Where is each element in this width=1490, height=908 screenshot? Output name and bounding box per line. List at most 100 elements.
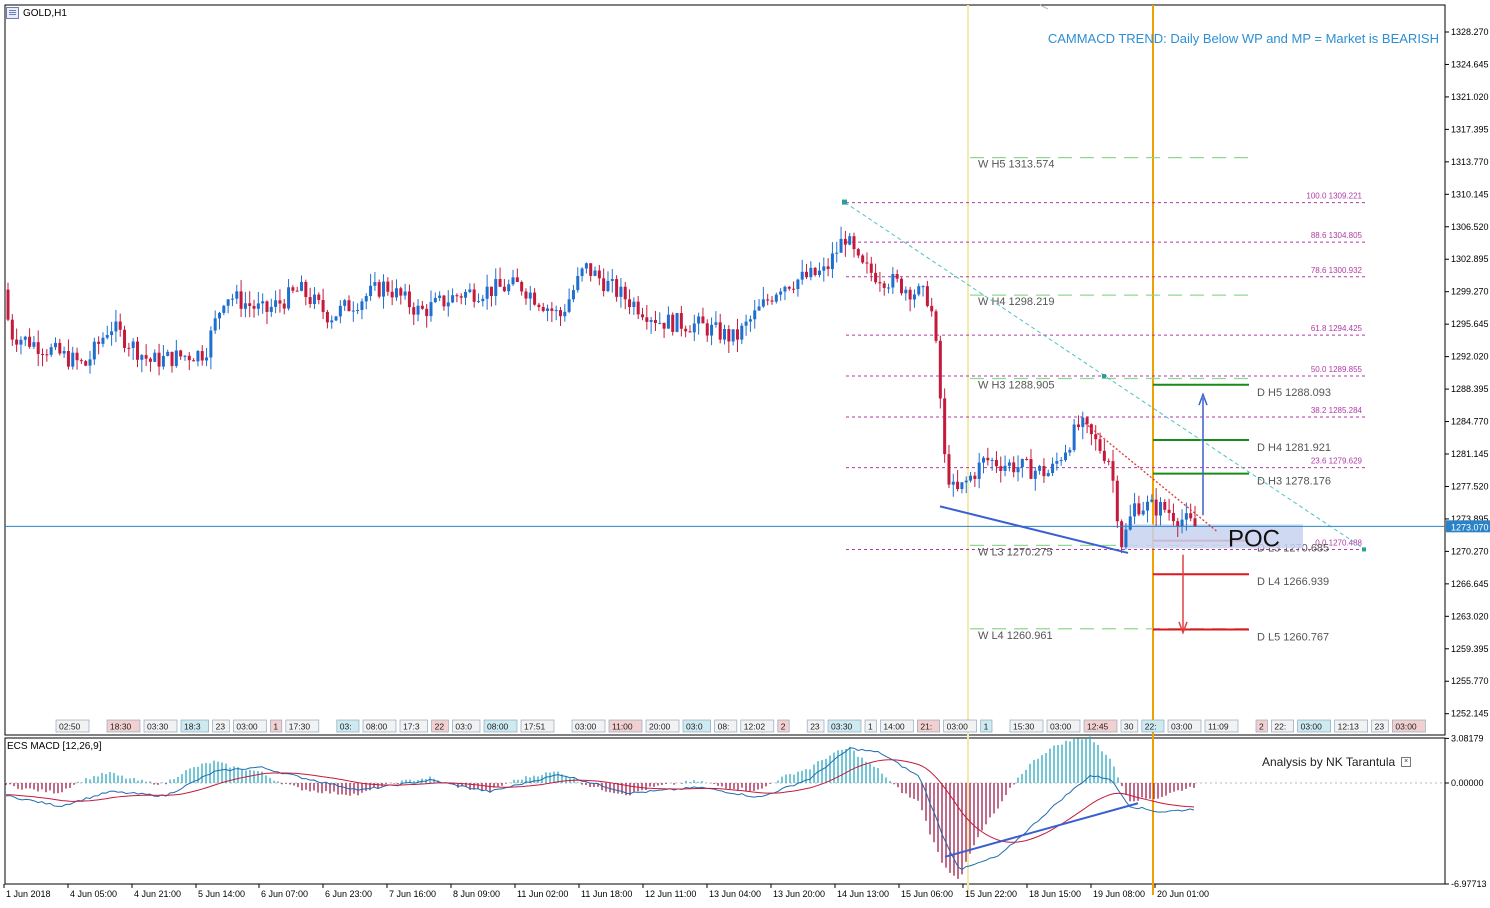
session-label: 03:00 [1301,722,1323,732]
candle [28,336,32,347]
candle [856,249,860,256]
session-label: 20:00 [649,722,671,732]
y-tick-label: 1288.395 [1451,384,1489,394]
session-label: 18:30 [110,722,132,732]
y-tick-label: 1295.645 [1451,319,1489,329]
candle [455,295,459,297]
candle [364,295,368,302]
candle [192,360,196,362]
candle [757,306,761,311]
session-label: 08:00 [366,722,388,732]
candle [1102,450,1106,461]
candle [105,335,109,338]
candle [1146,501,1150,511]
session-label: 22 [435,722,445,732]
candle [692,323,696,333]
candle [1051,463,1055,474]
candle [710,324,714,336]
x-tick-label: 13 Jun 20:00 [773,889,825,899]
candle [205,357,209,361]
candle [865,262,869,264]
candle [187,355,191,361]
session-label: 03:00 [1395,722,1417,732]
candle [645,317,649,322]
candle [446,302,450,307]
candle [53,342,57,348]
x-tick-label: 11 Jun 18:00 [581,889,632,899]
candle [977,462,981,479]
candle [243,303,247,309]
x-tick-label: 15 Jun 06:00 [901,889,953,899]
candle [351,310,355,312]
weekly-pivot-label: W L4 1260.961 [978,630,1053,642]
candle [84,361,88,366]
candle [282,303,286,309]
candle [563,311,567,317]
candle [183,355,187,357]
candle [943,398,947,455]
candle [740,325,744,340]
candle [196,351,200,362]
candle [761,299,765,307]
candle [10,319,14,340]
candle [550,308,554,311]
session-label: 2 [781,722,786,732]
weekly-pivot-label: W L3 1270.275 [978,546,1053,558]
candle [118,321,122,330]
close-icon[interactable]: × [1401,757,1412,767]
session-label: 03:00 [575,722,597,732]
candle [317,294,321,300]
candle [554,310,558,312]
candle [148,358,152,362]
candle [71,352,75,367]
session-label: 22: [1274,722,1286,732]
candle [1064,452,1068,461]
session-labels: 02:50 18:30 03:30 18:3 23 03:00 1 17:30 03: 08:00… [55,719,1426,733]
session-label: 12:02 [744,722,766,732]
candle [114,321,118,332]
candle [1076,424,1080,427]
x-tick-label: 14 Jun 13:00 [837,889,889,899]
candle [312,294,316,304]
candle [839,238,843,253]
candle [1003,465,1007,471]
candle [278,300,282,304]
candle [451,295,455,303]
y-tick-label: 1310.145 [1451,189,1489,199]
candle [19,339,23,345]
candle [636,301,640,315]
candle [88,359,92,366]
candle [295,290,299,292]
candle [416,305,420,315]
candle [537,304,541,307]
candle [533,292,537,305]
candle [66,351,70,367]
candle [753,310,757,320]
session-label: 17:30 [289,722,311,732]
candle [97,341,101,344]
candle [425,308,429,317]
candle [602,278,606,292]
candle [580,268,584,276]
y-tick-label: 1255.770 [1451,676,1489,686]
candle [58,342,62,354]
candle [1068,449,1072,453]
session-label: 03:00 [947,722,969,732]
candle [619,286,623,297]
candle [300,281,304,291]
candle [830,253,834,270]
candle [468,289,472,292]
candle [1163,501,1167,510]
x-tick-label: 5 Jun 14:00 [198,889,245,899]
candle [1167,509,1171,513]
x-tick-label: 11 Jun 02:00 [517,889,568,899]
indicator-label: ECS MACD [12,26,9] [7,741,102,752]
candle [852,236,856,250]
candle [1016,467,1020,473]
session-label: 03:00 [236,722,258,732]
candle [209,330,213,358]
session-label: 03:30 [831,722,853,732]
candle [49,347,53,355]
candle [787,286,791,289]
session-label: 11:09 [1208,722,1229,732]
